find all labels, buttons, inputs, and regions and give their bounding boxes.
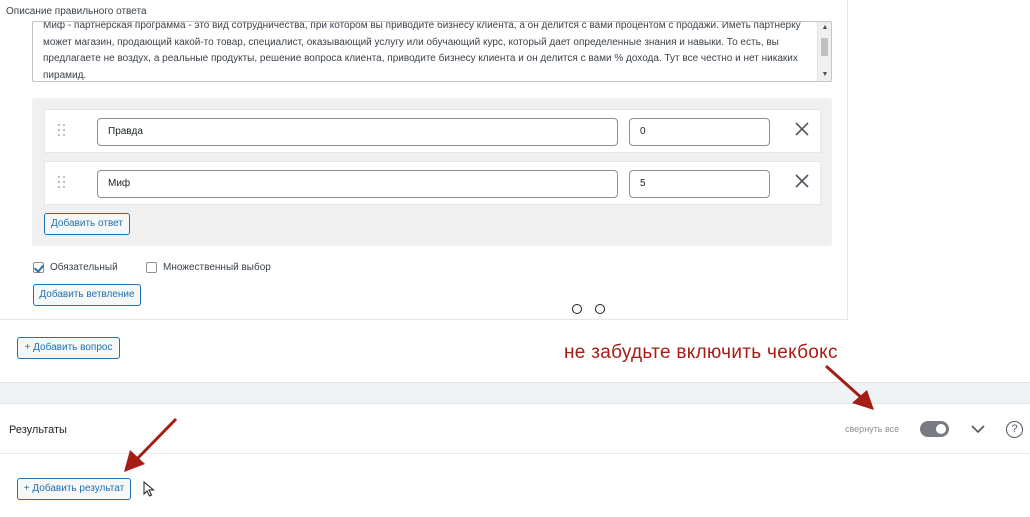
annotation-arrows	[124, 364, 874, 472]
arrow-icon	[824, 364, 874, 410]
arrow-icon	[124, 417, 178, 472]
